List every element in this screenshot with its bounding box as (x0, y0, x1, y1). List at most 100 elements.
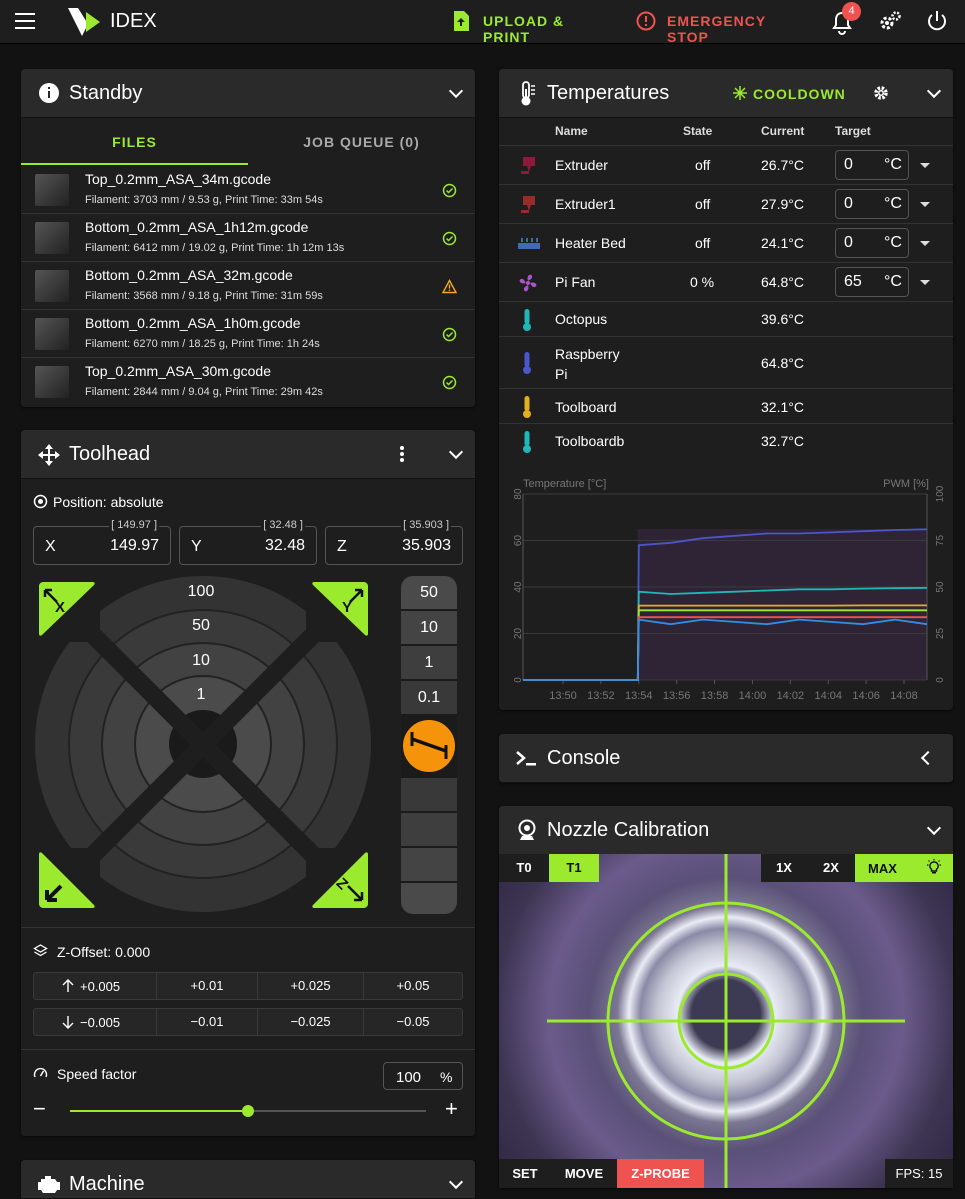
emergency-stop-button[interactable]: EMERGENCY STOP (636, 10, 811, 45)
preset-dropdown-icon[interactable] (920, 163, 930, 168)
file-row[interactable]: Top_0.2mm_ASA_34m.gcode Filament: 3703 m… (21, 166, 475, 214)
x-position-field[interactable]: X 149.97 [ 149.97 ] (33, 519, 171, 565)
tab-job-queue[interactable]: JOB QUEUE (0) (248, 119, 475, 165)
zoom-max-button[interactable]: MAX (855, 854, 953, 882)
z-offset-down-0-025[interactable]: −0.025 (258, 1009, 364, 1035)
z-offset-down-0-005[interactable]: −0.005 (34, 1009, 157, 1035)
x-tick-label: 13:58 (701, 690, 729, 702)
home-xy-button[interactable] (39, 852, 95, 908)
console-title: Console (547, 747, 621, 769)
speed-increase-button[interactable]: + (445, 1098, 463, 1120)
more-vert-icon[interactable] (399, 445, 405, 463)
menu-icon[interactable] (15, 13, 35, 29)
col-state: State (683, 124, 713, 138)
col-target: Target (835, 124, 871, 138)
gear-icon[interactable] (873, 85, 889, 101)
position-mode-label: Position: absolute (53, 494, 164, 510)
speed-slider-track[interactable] (70, 1105, 426, 1117)
z-position-value: 35.903 (402, 537, 451, 554)
step-1-label[interactable]: 1 (181, 686, 221, 704)
target-temp-input[interactable]: 65 °C (835, 267, 909, 297)
z-down-step-2[interactable] (401, 813, 457, 846)
z-offset-down-0-01[interactable]: −0.01 (157, 1009, 258, 1035)
home-x-button[interactable]: X (39, 582, 95, 636)
z-step-1[interactable]: 1 (401, 646, 457, 679)
preset-dropdown-icon[interactable] (920, 241, 930, 246)
file-info: Filament: 6412 mm / 19.02 g, Print Time:… (85, 242, 345, 254)
preset-dropdown-icon[interactable] (920, 202, 930, 207)
tool-t0-button[interactable]: T0 (499, 854, 549, 882)
file-row[interactable]: Top_0.2mm_ASA_30m.gcode Filament: 2844 m… (21, 358, 475, 406)
z-down-step-1[interactable] (401, 778, 457, 811)
step-100-label[interactable]: 100 (181, 583, 221, 601)
file-name: Top_0.2mm_ASA_30m.gcode (85, 363, 271, 379)
power-icon[interactable] (926, 10, 948, 32)
sensor-state: 0 % (690, 274, 715, 290)
chevron-down-icon[interactable] (448, 1174, 464, 1190)
target-temp-value: 0 (844, 195, 853, 212)
tool-t1-button[interactable]: T1 (549, 854, 599, 882)
target-temp-unit: °C (884, 273, 902, 290)
x-position-value: 149.97 (110, 537, 159, 554)
temp-row-pi-fan: Pi Fan 0 % 64.8°C 65 °C (499, 263, 953, 302)
chevron-down-icon[interactable] (926, 83, 942, 99)
target-temp-input[interactable]: 0 °C (835, 228, 909, 258)
x-tick-label: 13:56 (663, 690, 691, 702)
step-10-label[interactable]: 10 (181, 652, 221, 670)
z-step-0-1[interactable]: 0.1 (401, 681, 457, 714)
step-50-label[interactable]: 50 (181, 617, 221, 635)
zoom-2x-button[interactable]: 2X (807, 854, 855, 882)
light-bulb-icon[interactable] (925, 859, 943, 877)
target-temp-input[interactable]: 0 °C (835, 189, 909, 219)
nozzle-header: Nozzle Calibration (499, 806, 953, 855)
file-thumbnail (35, 270, 69, 302)
file-list: Top_0.2mm_ASA_34m.gcode Filament: 3703 m… (21, 166, 475, 406)
home-z-button[interactable]: Z (312, 852, 368, 908)
z-offset-up-0-005[interactable]: +0.005 (34, 973, 157, 999)
z-offset-up-0-01[interactable]: +0.01 (157, 973, 258, 999)
sensor-current: 27.9°C (761, 196, 804, 212)
z-probe-button[interactable]: Z-PROBE (617, 1159, 704, 1188)
tab-job-queue-label: JOB QUEUE (0) (303, 134, 420, 150)
upload-print-button[interactable]: UPLOAD & PRINT (452, 10, 612, 45)
x-tick-label: 13:52 (587, 690, 615, 702)
target-temp-input[interactable]: 0 °C (835, 150, 909, 180)
notifications-button[interactable]: 4 (829, 2, 861, 36)
move-button[interactable]: MOVE (551, 1159, 617, 1188)
file-name: Bottom_0.2mm_ASA_1h0m.gcode (85, 315, 301, 331)
divider (21, 1049, 475, 1050)
set-button[interactable]: SET (499, 1159, 551, 1188)
z-step-50[interactable]: 50 (401, 576, 457, 609)
chevron-down-icon[interactable] (448, 83, 464, 99)
z-down-step-4[interactable] (401, 883, 457, 914)
preset-dropdown-icon[interactable] (920, 280, 930, 285)
z-down-step-3[interactable] (401, 848, 457, 881)
sensor-state: off (695, 235, 711, 251)
file-row[interactable]: Bottom_0.2mm_ASA_1h0m.gcode Filament: 62… (21, 310, 475, 358)
speed-slider-thumb[interactable] (242, 1105, 254, 1117)
speed-decrease-button[interactable]: − (33, 1098, 49, 1120)
check-circle-icon (442, 183, 457, 198)
chevron-left-icon[interactable] (920, 750, 936, 766)
toolhead-panel: Toolhead Position: absolute X 149.97 [ 1… (21, 430, 475, 1136)
file-row[interactable]: Bottom_0.2mm_ASA_32m.gcode Filament: 356… (21, 262, 475, 310)
speed-factor-input[interactable]: 100 % (383, 1062, 463, 1090)
file-row[interactable]: Bottom_0.2mm_ASA_1h12m.gcode Filament: 6… (21, 214, 475, 262)
zoom-1x-button[interactable]: 1X (761, 854, 807, 882)
settings-gears-icon[interactable] (878, 10, 902, 34)
z-offset-down-0-05[interactable]: −0.05 (364, 1009, 462, 1035)
chevron-down-icon[interactable] (926, 820, 942, 836)
y-position-field[interactable]: Y 32.48 [ 32.48 ] (179, 519, 317, 565)
chevron-down-icon[interactable] (448, 444, 464, 460)
z-offset-up-0-05[interactable]: +0.05 (364, 973, 462, 999)
z-tilt-icon[interactable] (400, 717, 458, 775)
y-tick-label: 60 (513, 535, 524, 547)
info-icon (39, 83, 59, 103)
y2-tick-label: 25 (935, 628, 946, 640)
tab-files[interactable]: FILES (21, 119, 248, 165)
z-step-10[interactable]: 10 (401, 611, 457, 644)
z-offset-up-0-025[interactable]: +0.025 (258, 973, 364, 999)
home-y-button[interactable]: Y (312, 582, 368, 636)
cooldown-button[interactable]: COOLDOWN (733, 84, 845, 104)
z-position-field[interactable]: Z 35.903 [ 35.903 ] (325, 519, 463, 565)
